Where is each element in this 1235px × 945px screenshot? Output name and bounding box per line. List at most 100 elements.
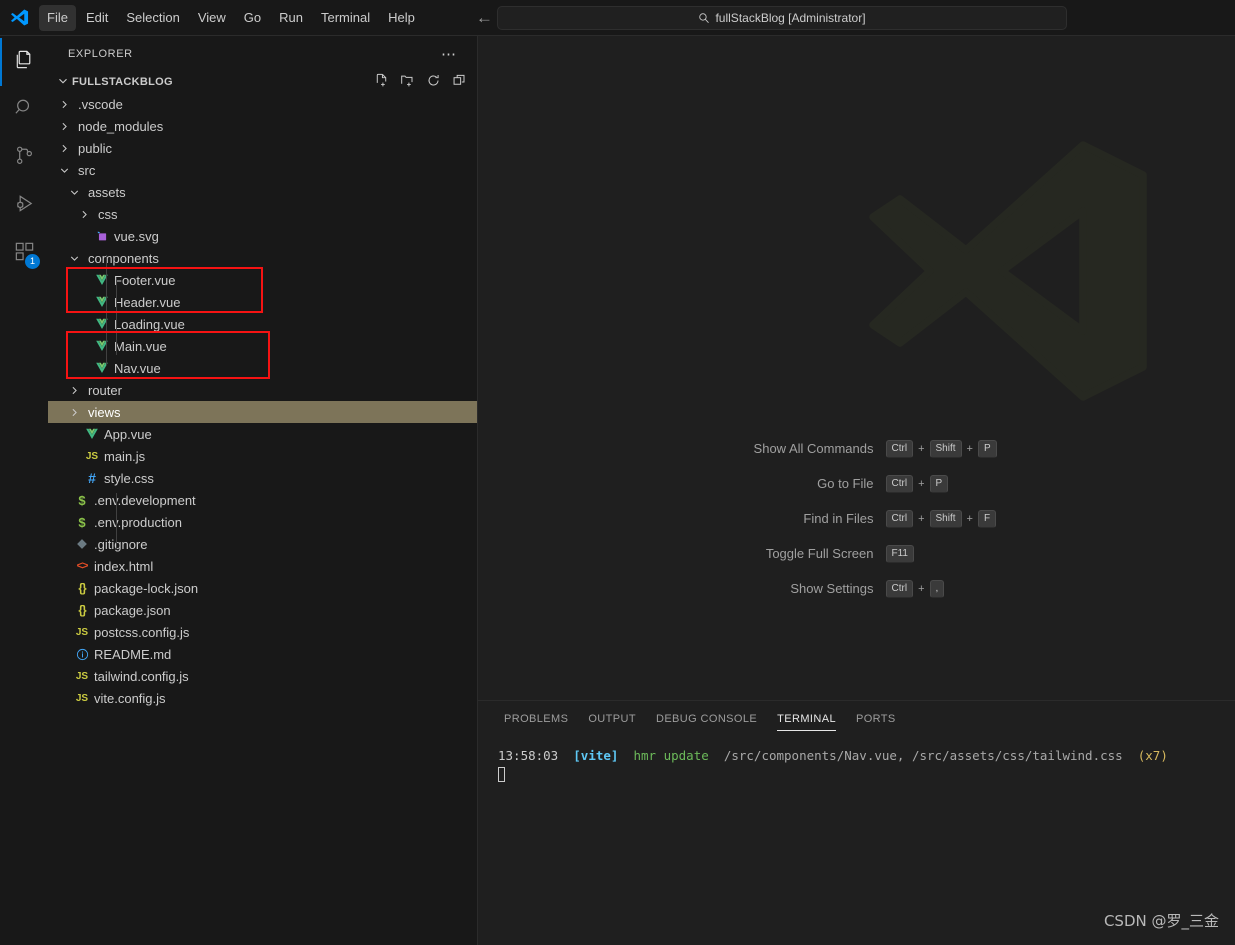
chevron-down-icon[interactable] (56, 74, 70, 91)
ellipsis-icon[interactable]: ⋯ (441, 45, 469, 63)
keycap: F (977, 509, 997, 528)
vue-icon (92, 317, 112, 331)
vue-icon (92, 295, 112, 309)
terminal-count: (x7) (1137, 748, 1168, 763)
tab-output[interactable]: OUTPUT (578, 701, 646, 736)
js-icon: JS (75, 692, 89, 704)
terminal-timestamp: 13:58:03 (498, 748, 559, 763)
terminal-paths: /src/components/Nav.vue, /src/assets/css… (723, 748, 1123, 763)
arrow-left-icon[interactable]: ← (476, 9, 493, 26)
new-file-icon[interactable] (374, 73, 389, 91)
command-center-text: fullStackBlog [Administrator] (715, 11, 866, 25)
tree-item-label: components (88, 250, 159, 266)
editor-column: Show All Commands Ctrl + Shift + P Go to File C… (478, 36, 1235, 945)
tree-file-main-js[interactable]: JS main.js (48, 445, 477, 467)
empty-editor-watermark-area: Show All Commands Ctrl + Shift + P Go to File C… (478, 36, 1235, 700)
menu-file[interactable]: File (39, 4, 76, 31)
explorer-sidebar: EXPLORER ⋯ FULLSTACKBLOG .vscode node_mo… (48, 36, 478, 945)
tree-folder-node-modules[interactable]: node_modules (48, 115, 477, 137)
tree-file-vue-svg[interactable]: vue.svg (48, 225, 477, 247)
chevron-right-icon[interactable] (76, 208, 92, 221)
tree-item-label: .env.production (94, 514, 182, 530)
js-icon: JS (85, 450, 99, 462)
tab-terminal[interactable]: TERMINAL (767, 701, 846, 736)
tree-file-nav-vue[interactable]: Nav.vue (48, 357, 477, 379)
keycap: Shift (929, 439, 962, 458)
command-center[interactable]: fullStackBlog [Administrator] (497, 6, 1067, 30)
tree-file-readme-md[interactable]: README.md (48, 643, 477, 665)
tree-folder-router[interactable]: router (48, 379, 477, 401)
chevron-right-icon[interactable] (56, 98, 72, 111)
folder-header-row[interactable]: FULLSTACKBLOG (48, 71, 477, 93)
tree-folder-components[interactable]: components (48, 247, 477, 269)
html-icon: <> (76, 560, 89, 572)
tree-file-header-vue[interactable]: Header.vue (48, 291, 477, 313)
tab-debug-console[interactable]: DEBUG CONSOLE (646, 701, 767, 736)
tree-file-package-json[interactable]: {} package.json (48, 599, 477, 621)
menu-help[interactable]: Help (380, 5, 423, 31)
activity-item-source-control[interactable] (0, 134, 48, 182)
tree-folder-public[interactable]: public (48, 137, 477, 159)
menu-run[interactable]: Run (271, 5, 311, 31)
menu-edit[interactable]: Edit (78, 5, 116, 31)
tree-file-style-css[interactable]: # style.css (48, 467, 477, 489)
terminal-line: 13:58:03 [vite] hmr update /src/componen… (498, 746, 1235, 765)
menu-terminal[interactable]: Terminal (313, 5, 378, 31)
tree-folder-src[interactable]: src (48, 159, 477, 181)
key-separator: + (918, 512, 925, 525)
tree-file-env-production[interactable]: $ .env.production (48, 511, 477, 533)
menu-go[interactable]: Go (236, 5, 269, 31)
tree-folder-vscode[interactable]: .vscode (48, 93, 477, 115)
tree-folder-views[interactable]: views (48, 401, 477, 423)
tree-file-app-vue[interactable]: App.vue (48, 423, 477, 445)
shortcut-label[interactable]: Show Settings (712, 581, 886, 596)
shortcut-label[interactable]: Go to File (712, 476, 886, 491)
chevron-right-icon[interactable] (66, 406, 82, 419)
tree-file-loading-vue[interactable]: Loading.vue (48, 313, 477, 335)
menu-selection[interactable]: Selection (118, 5, 187, 31)
tree-file-vite-config-js[interactable]: JS vite.config.js (48, 687, 477, 709)
key-separator: + (918, 582, 925, 595)
chevron-down-icon[interactable] (66, 252, 82, 265)
run-debug-icon (13, 192, 36, 220)
tree-folder-css[interactable]: css (48, 203, 477, 225)
tree-item-label: node_modules (78, 118, 164, 134)
key-separator: + (966, 512, 973, 525)
chevron-down-icon[interactable] (56, 164, 72, 177)
key-separator: + (918, 477, 925, 490)
shortcut-label[interactable]: Find in Files (712, 511, 886, 526)
shortcut-row: Find in Files Ctrl + Shift + F (712, 501, 1002, 536)
refresh-icon[interactable] (426, 73, 441, 91)
shortcut-label[interactable]: Toggle Full Screen (712, 546, 886, 561)
tree-item-label: public (78, 140, 112, 156)
shortcut-keys: Ctrl + Shift + F (885, 509, 1002, 528)
tree-file-package-lock-json[interactable]: {} package-lock.json (48, 577, 477, 599)
collapse-all-icon[interactable] (452, 73, 467, 91)
shortcut-label[interactable]: Show All Commands (712, 441, 886, 456)
tree-file-main-vue[interactable]: Main.vue (48, 335, 477, 357)
tree-file-gitignore[interactable]: .gitignore (48, 533, 477, 555)
activity-item-run-and-debug[interactable] (0, 182, 48, 230)
tree-file-env-development[interactable]: $ .env.development (48, 489, 477, 511)
shortcut-keys: Ctrl + Shift + P (885, 439, 1002, 458)
chevron-right-icon[interactable] (56, 120, 72, 133)
tree-folder-assets[interactable]: assets (48, 181, 477, 203)
key-separator: + (918, 442, 925, 455)
chevron-right-icon[interactable] (56, 142, 72, 155)
menu-view[interactable]: View (190, 5, 234, 31)
activity-item-explorer[interactable] (0, 38, 48, 86)
new-folder-icon[interactable] (400, 73, 415, 91)
tab-ports[interactable]: PORTS (846, 701, 906, 736)
chevron-down-icon[interactable] (66, 186, 82, 199)
vue-icon (92, 273, 112, 287)
bottom-panel: PROBLEMS OUTPUT DEBUG CONSOLE TERMINAL P… (478, 700, 1235, 945)
chevron-right-icon[interactable] (66, 384, 82, 397)
activity-item-search[interactable] (0, 86, 48, 134)
tree-item-label: tailwind.config.js (94, 668, 189, 684)
tab-problems[interactable]: PROBLEMS (494, 701, 578, 736)
tree-file-postcss-config-js[interactable]: JS postcss.config.js (48, 621, 477, 643)
tree-file-index-html[interactable]: <> index.html (48, 555, 477, 577)
tree-file-tailwind-config-js[interactable]: JS tailwind.config.js (48, 665, 477, 687)
tree-file-footer-vue[interactable]: Footer.vue (48, 269, 477, 291)
activity-item-extensions[interactable]: 1 (0, 230, 48, 278)
